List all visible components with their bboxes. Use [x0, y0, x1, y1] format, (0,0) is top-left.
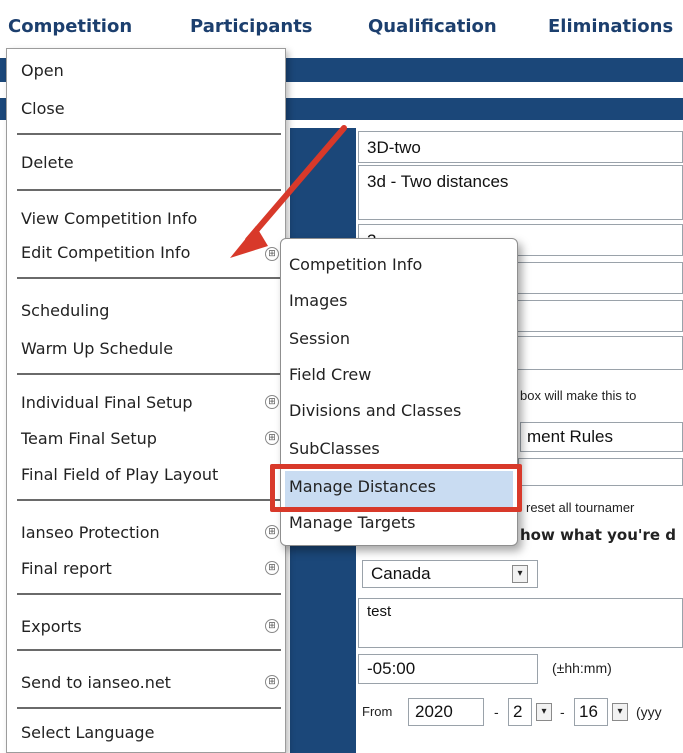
menu-eliminations[interactable]: Eliminations [548, 16, 673, 37]
menu-item-view-competition-info[interactable]: View Competition Info [21, 209, 197, 228]
submenu-item-images[interactable]: Images [289, 291, 347, 310]
submenu-item-subclasses[interactable]: SubClasses [289, 439, 380, 458]
menu-item-individual-final-setup[interactable]: Individual Final Setup [21, 393, 193, 412]
menu-item-final-field-of-play-layout[interactable]: Final Field of Play Layout [21, 465, 218, 484]
submenu-item-divisions-and-classes[interactable]: Divisions and Classes [289, 401, 461, 420]
competition-description-field[interactable]: 3d - Two distances [358, 165, 683, 220]
timezone-field[interactable]: -05:00 [358, 654, 538, 684]
menu-item-scheduling[interactable]: Scheduling [21, 301, 109, 320]
menu-item-exports[interactable]: Exports [21, 617, 82, 636]
menu-item-open[interactable]: Open [21, 61, 64, 80]
from-year-field[interactable]: 2020 [408, 698, 484, 726]
menu-item-send-to-ianseo-net[interactable]: Send to ianseo.net [21, 673, 171, 692]
location-field[interactable]: test [358, 598, 683, 648]
dropdown-caret-icon[interactable]: ▾ [612, 703, 628, 721]
from-label: From [362, 704, 393, 719]
submenu-item-field-crew[interactable]: Field Crew [289, 365, 371, 384]
submenu-arrow-icon: ⊞ [265, 619, 279, 633]
menu-separator [17, 649, 281, 651]
menu-item-select-language[interactable]: Select Language [21, 723, 154, 742]
submenu-item-competition-info[interactable]: Competition Info [289, 255, 422, 274]
warning-hint: how what you're d [520, 526, 676, 544]
menu-separator [17, 499, 281, 501]
menu-qualification[interactable]: Qualification [368, 16, 497, 37]
submenu-arrow-icon: ⊞ [265, 561, 279, 575]
dropdown-caret-icon[interactable]: ▾ [536, 703, 552, 721]
menu-separator [17, 373, 281, 375]
menubar: Competition Participants Qualification E… [0, 0, 683, 50]
submenu-item-manage-targets[interactable]: Manage Targets [289, 513, 415, 532]
menu-separator [17, 189, 281, 191]
date-separator: - [494, 704, 499, 720]
menu-separator [17, 133, 281, 135]
menu-competition[interactable]: Competition [8, 16, 132, 37]
submenu-arrow-icon: ⊞ [265, 395, 279, 409]
menu-item-delete[interactable]: Delete [21, 153, 74, 172]
from-month-field[interactable]: 2 [508, 698, 532, 726]
submenu-item-session[interactable]: Session [289, 329, 350, 348]
menu-item-team-final-setup[interactable]: Team Final Setup [21, 429, 157, 448]
submenu-arrow-icon: ⊞ [265, 247, 279, 261]
menu-item-warm-up-schedule[interactable]: Warm Up Schedule [21, 339, 173, 358]
menu-separator [17, 277, 281, 279]
dropdown-caret-icon[interactable]: ▾ [512, 565, 528, 583]
menu-item-ianseo-protection[interactable]: Ianseo Protection [21, 523, 160, 542]
menu-item-edit-competition-info[interactable]: Edit Competition Info [21, 243, 190, 262]
menu-item-final-report[interactable]: Final report [21, 559, 112, 578]
date-format-hint: (yyy [636, 704, 662, 720]
competition-code-field[interactable]: 3D-two [358, 131, 683, 163]
menu-participants[interactable]: Participants [190, 16, 313, 37]
checkbox-hint: box will make this to [520, 388, 637, 403]
menu-item-close[interactable]: Close [21, 99, 65, 118]
timezone-hint: (±hh:mm) [552, 660, 612, 676]
submenu-arrow-icon: ⊞ [265, 675, 279, 689]
menu-separator [17, 593, 281, 595]
reset-hint: reset all tournamer [526, 500, 635, 515]
rules-select[interactable]: ment Rules [520, 422, 683, 452]
competition-menu: Open Close Delete View Competition Info … [6, 48, 286, 753]
submenu-arrow-icon: ⊞ [265, 525, 279, 539]
submenu-arrow-icon: ⊞ [265, 431, 279, 445]
rules-field[interactable] [518, 458, 683, 486]
highlight-annotation-box [270, 464, 522, 512]
country-value: Canada [371, 564, 431, 583]
menu-separator [17, 707, 281, 709]
from-day-field[interactable]: 16 [574, 698, 608, 726]
date-separator: - [560, 704, 565, 720]
